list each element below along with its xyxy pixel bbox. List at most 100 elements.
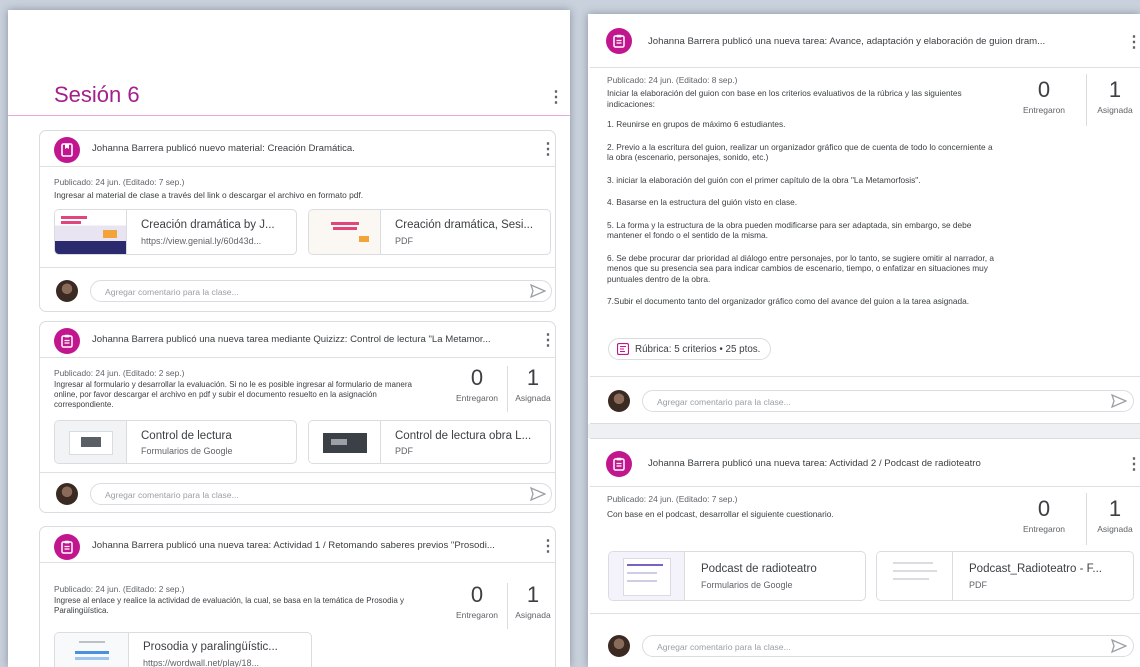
comment-row: Agregar comentario para la clase... [590, 613, 1140, 667]
submitted-stat[interactable]: 0 Entregaron [447, 582, 507, 621]
card-header-text: Johanna Barrera publicó una nueva tarea:… [648, 36, 1046, 47]
instruction-paragraph: 1. Reunirse en grupos de máximo 6 estudi… [607, 119, 786, 129]
submitted-stat[interactable]: 0 Entregaron [1010, 77, 1078, 116]
assignment-icon [606, 451, 632, 477]
attachment-google-form[interactable]: Podcast de radioteatro Formularios de Go… [608, 551, 866, 601]
attachment-subtitle: Formularios de Google [141, 446, 233, 456]
card-more-icon[interactable]: ⋮ [540, 333, 555, 349]
send-icon[interactable] [530, 487, 546, 501]
published-date: Publicado: 24 jun. (Editado: 8 sep.) [607, 75, 738, 85]
assignment-card[interactable]: Johanna Barrera publicó una nueva tarea:… [590, 438, 1140, 667]
published-date: Publicado: 24 jun. (Editado: 2 sep.) [54, 368, 185, 378]
avatar [56, 483, 78, 505]
instruction-paragraph: 7.Subir el documento tanto del organizad… [607, 296, 970, 306]
assigned-label: Asignada [1097, 105, 1133, 115]
card-header[interactable]: Johanna Barrera publicó una nueva tarea:… [590, 439, 1140, 487]
attachment-title: Creación dramática, Sesi... [395, 219, 534, 231]
submitted-count: 0 [1037, 77, 1051, 102]
material-icon [54, 137, 80, 163]
send-icon[interactable] [530, 284, 546, 298]
comment-row: Agregar comentario para la clase... [40, 267, 555, 311]
stat-divider [1086, 74, 1087, 126]
assignment-card[interactable]: Johanna Barrera publicó una nueva tarea:… [39, 526, 556, 667]
attachment-genially[interactable]: Creación dramática by J... https://view.… [54, 209, 297, 255]
assignment-icon [54, 328, 80, 354]
attachment-subtitle: Formularios de Google [701, 580, 793, 590]
attachment-google-form[interactable]: Control de lectura Formularios de Google [54, 420, 297, 464]
comment-input[interactable]: Agregar comentario para la clase... [642, 390, 1134, 412]
comment-input[interactable]: Agregar comentario para la clase... [642, 635, 1134, 657]
attachment-pdf[interactable]: Creación dramática, Sesi... PDF [308, 209, 551, 255]
card-more-icon[interactable]: ⋮ [1126, 457, 1140, 473]
published-date: Publicado: 24 jun. (Editado: 7 sep.) [54, 177, 185, 187]
attachment-title: Prosodia y paralingüístic... [143, 641, 278, 653]
assigned-count: 1 [526, 365, 540, 390]
assignment-card[interactable]: Johanna Barrera publicó una nueva tarea:… [590, 14, 1140, 424]
comment-row: Agregar comentario para la clase... [40, 472, 555, 512]
comment-input[interactable]: Agregar comentario para la clase... [90, 280, 552, 302]
submitted-stat[interactable]: 0 Entregaron [447, 365, 507, 404]
material-card[interactable]: Johanna Barrera publicó nuevo material: … [39, 130, 556, 312]
published-date: Publicado: 24 jun. (Editado: 7 sep.) [607, 494, 738, 504]
attachment-thumbnail [309, 421, 381, 463]
attachment-title: Control de lectura obra L... [395, 430, 532, 442]
rubric-icon [617, 343, 629, 355]
instruction-paragraph: 5. La forma y la estructura de la obra p… [607, 219, 972, 241]
rubric-chip[interactable]: Rúbrica: 5 criterios • 25 ptos. [608, 338, 772, 360]
card-more-icon[interactable]: ⋮ [540, 539, 555, 555]
section-more-icon[interactable]: ⋮ [548, 90, 564, 106]
send-icon[interactable] [1111, 394, 1127, 408]
card-header[interactable]: Johanna Barrera publicó una nueva tarea:… [40, 527, 555, 563]
avatar [608, 390, 630, 412]
instruction-paragraph: 6. Se debe procurar dar prioridad al diá… [607, 252, 994, 284]
avatar [56, 280, 78, 302]
assigned-stat[interactable]: 1 Asignada [509, 365, 555, 404]
card-header[interactable]: Johanna Barrera publicó una nueva tarea … [40, 322, 555, 358]
assigned-count: 1 [1108, 77, 1122, 102]
send-icon[interactable] [1111, 639, 1127, 653]
attachment-subtitle: PDF [969, 580, 987, 590]
attachment-subtitle: PDF [395, 236, 413, 246]
attachment-thumbnail [55, 633, 129, 667]
card-more-icon[interactable]: ⋮ [1126, 35, 1140, 51]
card-description: Ingresar al formulario y desarrollar la … [54, 380, 412, 409]
comment-row: Agregar comentario para la clase... [590, 376, 1140, 423]
comment-input[interactable]: Agregar comentario para la clase... [90, 483, 552, 505]
instruction-paragraph: 2. Previo a la escritura del guion, real… [607, 141, 993, 163]
rubric-label: Rúbrica: 5 criterios • 25 ptos. [635, 343, 761, 355]
submitted-label: Entregaron [455, 393, 499, 403]
right-classroom-panel: Johanna Barrera publicó una nueva tarea:… [588, 14, 1140, 667]
card-header-text: Johanna Barrera publicó una nueva tarea:… [92, 540, 495, 551]
card-header-text: Johanna Barrera publicó una nueva tarea:… [648, 458, 981, 469]
assigned-count: 1 [1108, 496, 1122, 521]
assignment-card[interactable]: Johanna Barrera publicó una nueva tarea … [39, 321, 556, 513]
attachment-pdf[interactable]: Podcast_Radioteatro - F... PDF [876, 551, 1134, 601]
instruction-paragraph: Iniciar la elaboración del guion con bas… [607, 88, 962, 109]
assigned-count: 1 [526, 582, 540, 607]
card-header[interactable]: Johanna Barrera publicó una nueva tarea:… [590, 14, 1140, 68]
submitted-label: Entregaron [1022, 105, 1066, 115]
submitted-count: 0 [470, 582, 484, 607]
attachment-title: Control de lectura [141, 430, 232, 442]
assigned-stat[interactable]: 1 Asignada [1088, 77, 1140, 116]
submitted-count: 0 [470, 365, 484, 390]
assigned-stat[interactable]: 1 Asignada [509, 582, 555, 621]
attachment-thumbnail [55, 421, 127, 463]
attachment-pdf[interactable]: Control de lectura obra L... PDF [308, 420, 551, 464]
submitted-label: Entregaron [455, 610, 499, 620]
card-separator [588, 424, 1140, 438]
attachment-title: Podcast de radioteatro [701, 563, 817, 575]
card-more-icon[interactable]: ⋮ [540, 142, 555, 158]
assignment-icon [54, 534, 80, 560]
card-header[interactable]: Johanna Barrera publicó nuevo material: … [40, 131, 555, 167]
card-header-text: Johanna Barrera publicó una nueva tarea … [92, 334, 491, 345]
submitted-count: 0 [1037, 496, 1051, 521]
attachment-wordwall[interactable]: Prosodia y paralingüístic... https://wor… [54, 632, 312, 667]
assignment-icon [606, 28, 632, 54]
submitted-stat[interactable]: 0 Entregaron [1010, 496, 1078, 535]
attachment-thumbnail [877, 552, 953, 600]
card-description: Ingresar al material de clase a través d… [54, 190, 364, 200]
card-description: Con base en el podcast, desarrollar el s… [607, 509, 834, 519]
attachment-title: Creación dramática by J... [141, 219, 275, 231]
assigned-stat[interactable]: 1 Asignada [1088, 496, 1140, 535]
